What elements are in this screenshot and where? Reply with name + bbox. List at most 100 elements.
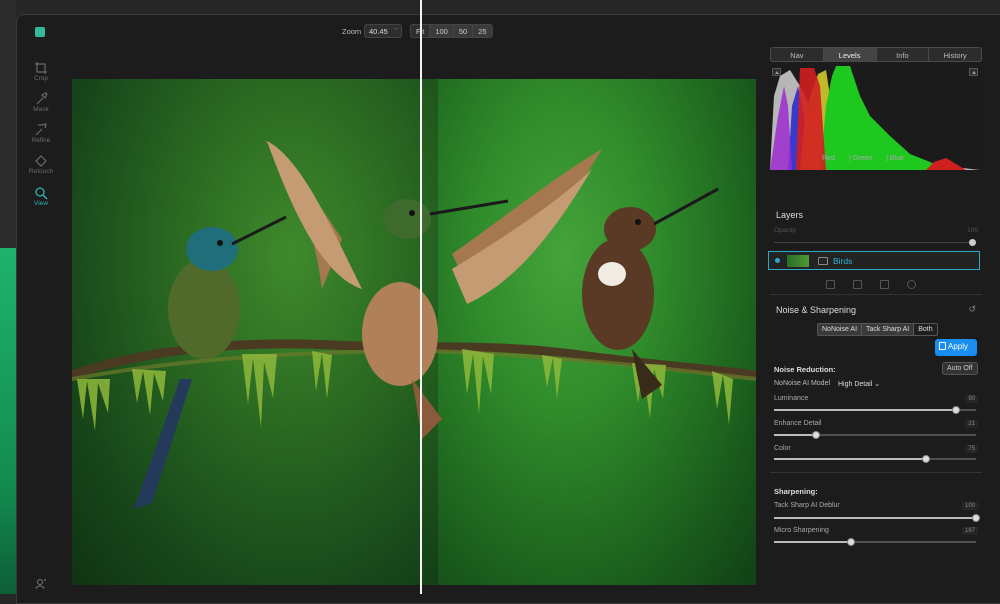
app-logo-icon [35, 27, 45, 37]
layer-mask-icon[interactable] [818, 257, 828, 265]
opacity-slider-handle[interactable] [969, 239, 976, 246]
opacity-value: 100 [967, 227, 978, 234]
channel-blue[interactable]: | Blue [886, 155, 904, 162]
image-canvas[interactable] [72, 79, 756, 585]
layer-settings-gear-icon[interactable] [907, 280, 916, 289]
micro-sharpening-label: Micro Sharpening [774, 527, 829, 534]
color-label: Color [774, 445, 791, 452]
color-slider[interactable] [774, 455, 976, 463]
zoom-25-button[interactable]: 25 [473, 25, 492, 37]
slider-fill [774, 541, 851, 543]
tool-retouch[interactable]: Retouch [27, 154, 55, 175]
tool-label: View [34, 200, 48, 207]
slider-handle[interactable] [921, 455, 930, 463]
divider [770, 294, 982, 295]
adjustment-panel: Nav Levels Info History Red | Green | Bl… [768, 47, 982, 567]
layers-title: Layers [776, 210, 804, 220]
tab-history[interactable]: History [929, 48, 981, 61]
before-after-divider[interactable] [420, 0, 422, 594]
desktop-wallpaper [0, 248, 16, 594]
mode-nonoise[interactable]: NoNoise AI [818, 324, 863, 335]
model-value: High Detail [838, 381, 873, 388]
apply-button[interactable]: Apply [935, 339, 977, 356]
auto-toggle-button[interactable]: Auto Off [942, 362, 978, 375]
slider-handle[interactable] [951, 406, 960, 414]
micro-sharpening-value[interactable]: 187 [961, 527, 978, 535]
view-zoom-icon [35, 187, 48, 200]
opacity-slider[interactable] [774, 242, 974, 243]
unlock-icon [939, 342, 946, 350]
histogram-channels: Red | Green | Blue [822, 155, 904, 162]
deblur-value[interactable]: 100 [961, 502, 978, 510]
enhance-detail-label: Enhance Detail [774, 420, 822, 427]
delete-layer-icon[interactable] [853, 280, 862, 289]
model-select[interactable]: High Detail ⌄ [838, 380, 880, 388]
enhance-detail-slider[interactable] [774, 431, 976, 439]
refine-brush-icon [35, 123, 47, 136]
color-value[interactable]: 75 [965, 445, 978, 453]
noise-reduction-title: Noise Reduction: [774, 365, 836, 374]
model-label: NoNoise AI Model [774, 380, 831, 387]
slider-fill [774, 458, 926, 460]
zoom-input[interactable]: 40.45 ⌵ [364, 24, 402, 38]
micro-sharpening-slider[interactable] [774, 538, 976, 546]
sharpening-title: Sharpening: [774, 487, 818, 496]
slider-handle[interactable] [972, 514, 980, 522]
divider [770, 472, 982, 473]
mode-both[interactable]: Both [914, 324, 937, 335]
enhance-detail-value[interactable]: 21 [965, 420, 978, 428]
opacity-label: Opacity [774, 227, 797, 234]
mask-brush-icon [36, 92, 48, 105]
zoom-50-button[interactable]: 50 [453, 25, 474, 37]
apply-label: Apply [948, 342, 969, 351]
app-window: Zoom 40.45 ⌵ Fit 100 50 25 Crop Mask Ref… [16, 14, 1000, 604]
zoom-100-button[interactable]: 100 [430, 25, 454, 37]
luminance-slider[interactable] [774, 406, 976, 414]
channel-green[interactable]: | Green [849, 155, 872, 162]
channel-red[interactable]: Red [822, 155, 835, 162]
layer-actions [826, 280, 916, 289]
deblur-label: Tack Sharp AI Deblur [774, 502, 840, 509]
chevron-down-icon: ⌄ [874, 381, 881, 388]
mode-tacksharp[interactable]: Tack Sharp AI [862, 324, 915, 335]
tool-label: Refine [31, 137, 51, 144]
chevron-down-icon[interactable]: ⌵ [393, 26, 398, 33]
reset-icon[interactable]: ↺ [968, 304, 976, 315]
luminance-value[interactable]: 90 [965, 395, 978, 403]
layer-name: Birds [833, 256, 853, 266]
stack-layers-icon[interactable] [880, 280, 889, 289]
zoom-presets: Fit 100 50 25 [410, 24, 493, 38]
zoom-value: 40.45 [369, 27, 388, 36]
slider-handle[interactable] [812, 431, 821, 439]
layer-thumbnail [787, 255, 809, 267]
zoom-label: Zoom [342, 27, 362, 36]
tool-label: Mask [33, 106, 49, 113]
noise-sharpening-title: Noise & Sharpening [776, 305, 857, 315]
user-icon[interactable] [35, 578, 47, 590]
slider-fill [774, 434, 817, 436]
slider-fill [774, 517, 976, 519]
tool-view[interactable]: View [27, 186, 55, 207]
slider-fill [774, 409, 956, 411]
duplicate-layer-icon[interactable] [826, 280, 835, 289]
panel-tabs: Nav Levels Info History [770, 47, 982, 62]
tab-nav[interactable]: Nav [771, 48, 824, 61]
mode-selector: NoNoise AI Tack Sharp AI Both [817, 323, 938, 336]
shadow-clip-warning-icon[interactable] [772, 68, 781, 76]
tool-crop[interactable]: Crop [27, 61, 55, 82]
tool-mask[interactable]: Mask [27, 92, 55, 113]
tab-info[interactable]: Info [877, 48, 930, 61]
deblur-slider[interactable] [774, 514, 980, 522]
tab-levels[interactable]: Levels [823, 48, 877, 61]
highlight-clip-warning-icon[interactable] [969, 68, 978, 76]
layer-visibility-icon[interactable] [775, 258, 780, 263]
layer-row[interactable]: Birds [768, 251, 980, 270]
tool-label: Crop [33, 75, 49, 82]
slider-handle[interactable] [846, 538, 855, 546]
crop-icon [35, 62, 47, 74]
retouch-icon [35, 155, 47, 167]
tool-label: Retouch [28, 168, 54, 175]
luminance-label: Luminance [774, 395, 809, 402]
photo-hummingbirds [72, 139, 756, 509]
tool-refine[interactable]: Refine [27, 123, 55, 144]
